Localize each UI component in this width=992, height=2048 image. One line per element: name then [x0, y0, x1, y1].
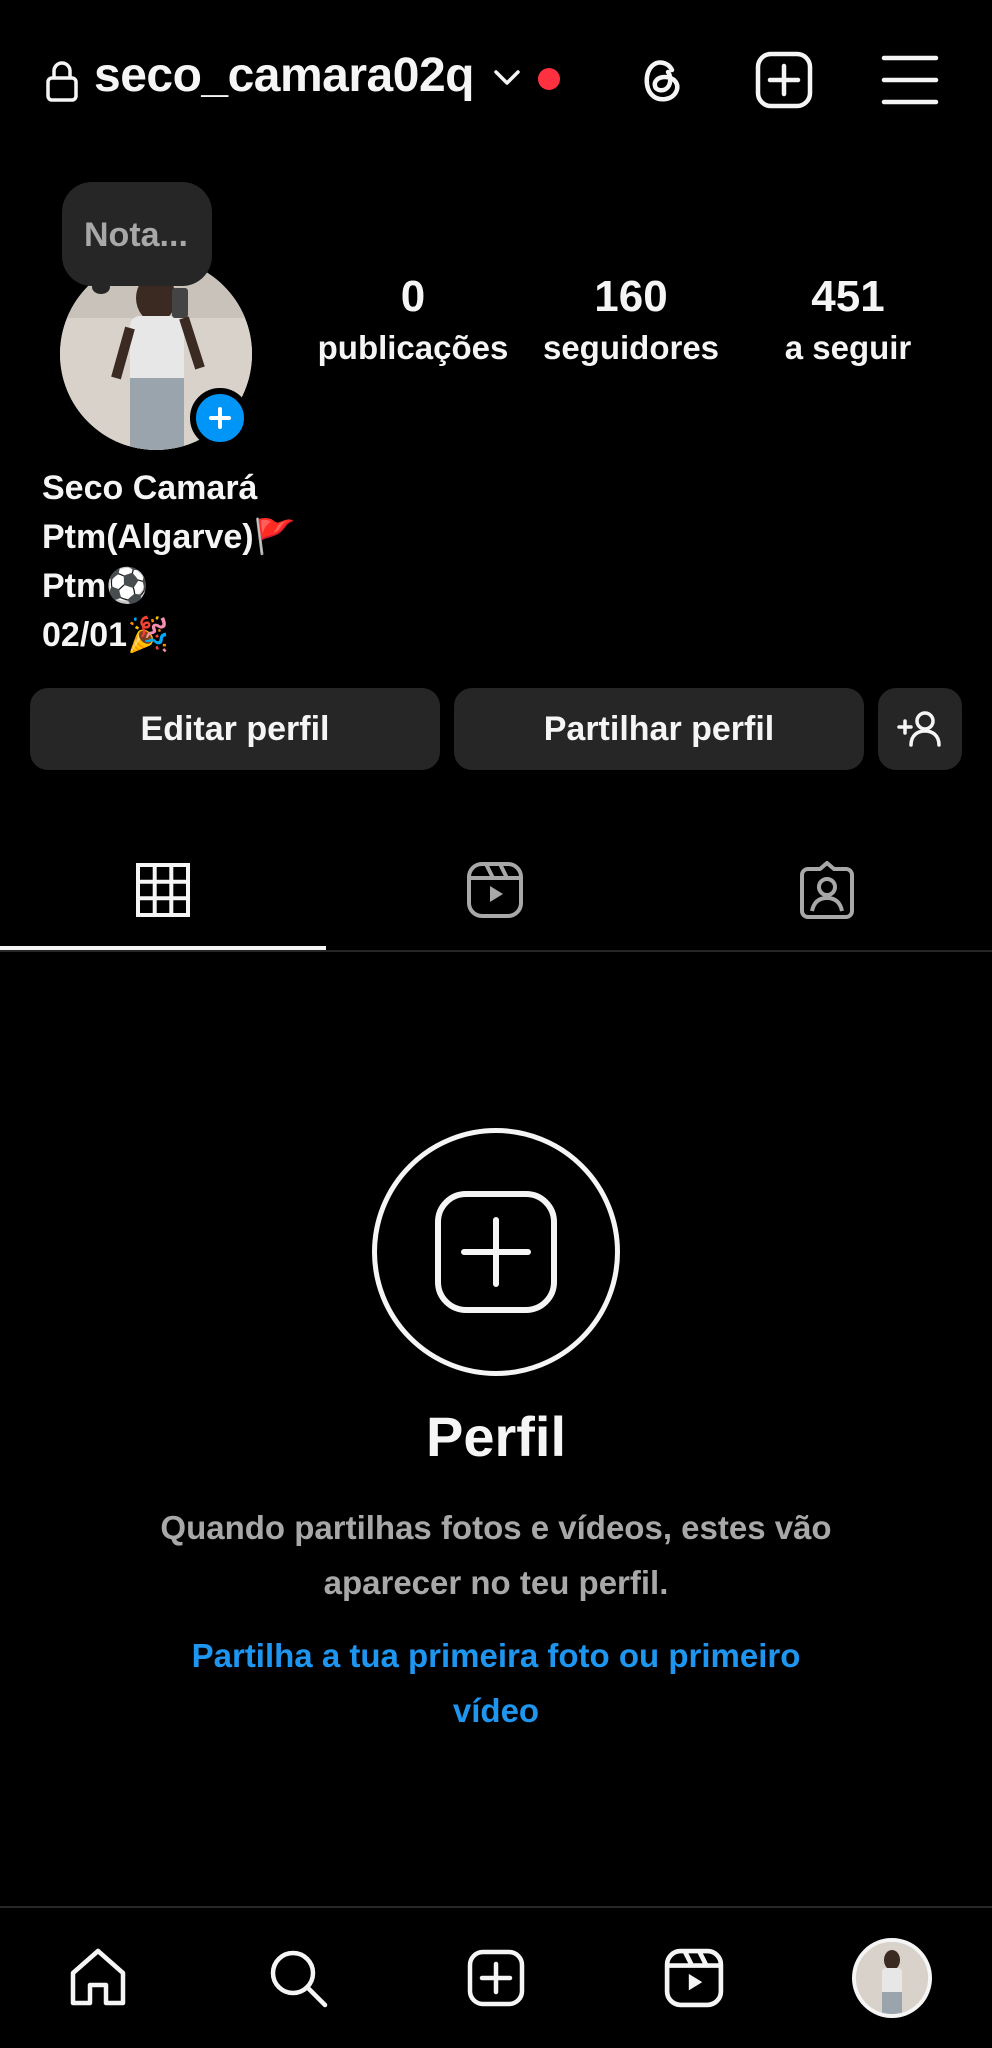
reels-icon: [664, 1948, 724, 2008]
followers-label: seguidores: [542, 329, 720, 366]
nav-search[interactable]: [258, 1938, 338, 2018]
reels-icon: [467, 862, 523, 918]
empty-state-description: Quando partilhas fotos e vídeos, estes v…: [160, 1509, 832, 1601]
posts-count: 0: [400, 272, 426, 321]
bio-line: 02/01🎉: [42, 616, 170, 654]
note-bubble-tail: [92, 280, 110, 294]
posts-label: publicações: [317, 329, 509, 366]
create-post-icon: [435, 1191, 557, 1313]
following-label: a seguir: [784, 329, 912, 366]
nav-profile-avatar[interactable]: [852, 1938, 932, 2018]
edit-profile-button[interactable]: Editar perfil: [30, 688, 440, 770]
nav-create[interactable]: [456, 1938, 536, 2018]
nav-reels[interactable]: [654, 1938, 734, 2018]
stat-following[interactable]: 451 a seguir: [768, 268, 928, 370]
add-story-button[interactable]: [190, 388, 250, 448]
nav-home[interactable]: [58, 1938, 138, 2018]
active-tab-indicator: [0, 946, 326, 950]
account-username[interactable]: seco_camara02q: [94, 48, 474, 103]
tab-tagged[interactable]: [664, 830, 990, 950]
note-bubble[interactable]: Nota...: [62, 182, 212, 286]
hamburger-menu-icon[interactable]: [880, 50, 940, 110]
bio-line: Ptm⚽: [42, 567, 149, 605]
top-bar: seco_camara02q: [0, 0, 992, 160]
threads-icon[interactable]: [632, 50, 692, 110]
profile-bio: Seco Camará Ptm(Algarve)🚩 Ptm⚽ 02/01🎉: [42, 464, 296, 660]
followers-count: 160: [594, 272, 668, 321]
empty-state-title: Perfil: [425, 1405, 567, 1468]
create-post-icon[interactable]: [754, 50, 814, 110]
stat-posts[interactable]: 0 publicações: [312, 268, 514, 370]
create-first-post-button[interactable]: [372, 1128, 620, 1376]
note-placeholder: Nota...: [84, 216, 188, 254]
profile-name: Seco Camará: [42, 469, 258, 507]
discover-people-button[interactable]: [878, 688, 962, 770]
create-post-icon: [467, 1949, 525, 2007]
chevron-down-icon[interactable]: [490, 64, 524, 90]
profile-tabs: [0, 830, 992, 952]
grid-icon: [136, 863, 190, 917]
stat-followers[interactable]: 160 seguidores: [536, 268, 726, 370]
add-person-icon: [897, 711, 941, 747]
bottom-navigation: [0, 1906, 992, 2048]
lock-icon: [46, 61, 78, 102]
tab-reels[interactable]: [332, 830, 658, 950]
avatar-photo: [856, 1942, 928, 2014]
share-first-post-link[interactable]: Partilha a tua primeira foto ou primeiro…: [150, 1628, 842, 1738]
notification-dot: [538, 68, 560, 90]
following-count: 451: [811, 272, 885, 321]
tab-grid[interactable]: [0, 830, 326, 950]
share-profile-button[interactable]: Partilhar perfil: [454, 688, 864, 770]
search-icon: [270, 1950, 328, 2008]
bio-line: Ptm(Algarve)🚩: [42, 518, 296, 556]
home-icon: [70, 1948, 126, 2006]
tagged-person-icon: [800, 861, 854, 919]
